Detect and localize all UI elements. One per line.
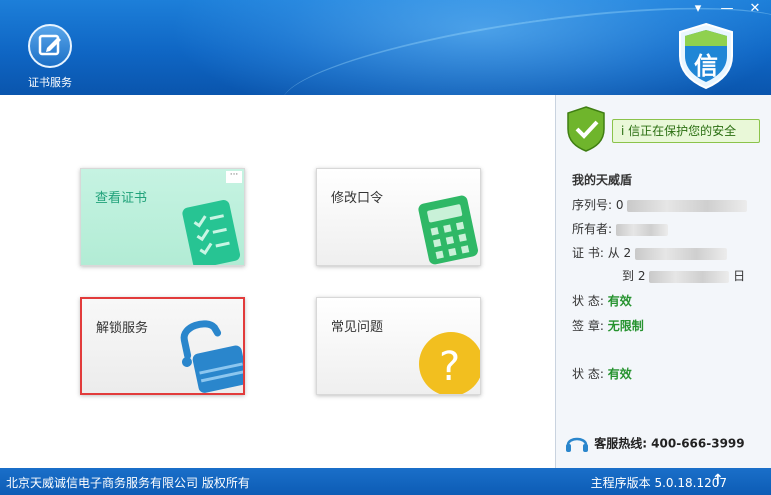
state-label-2: 状 态: — [572, 367, 604, 381]
hotline-text: 客服热线: 400-666-3999 — [594, 436, 745, 451]
owner-label: 所有者: — [572, 222, 613, 236]
close-icon[interactable]: ✕ — [744, 0, 766, 20]
change-password-card[interactable]: 修改口令 — [316, 168, 481, 266]
copyright-text: 北京天威诚信电子商务服务有限公司 版权所有 — [6, 476, 250, 490]
serial-row: 序列号: 0 — [572, 196, 748, 213]
edit-cert-icon — [28, 24, 72, 68]
header-bar: 证书服务 ▾ — ✕ 信 — [0, 0, 771, 95]
unlock-service-card[interactable]: 解锁服务 — [80, 297, 245, 395]
cert-label: 证 书: — [572, 246, 604, 260]
logo-char: 信 — [694, 52, 718, 80]
update-icon[interactable]: ↑ — [712, 472, 724, 488]
seal-value: 无限制 — [607, 319, 644, 333]
unlock-service-title: 解锁服务 — [96, 321, 149, 336]
serial-label: 序列号: — [572, 198, 613, 212]
view-cert-title: 查看证书 — [95, 191, 148, 206]
redacted-cert-from — [634, 247, 727, 260]
minimize-icon[interactable]: — — [716, 0, 738, 20]
main-panel: ··· 查看证书 修改口令 解锁服务 常见问题 ? — [0, 95, 555, 468]
hotline: 客服热线: 400-666-3999 — [564, 430, 745, 458]
cert-to-tail: 日 — [733, 269, 746, 283]
cert-service-label: 证书服务 — [28, 76, 72, 89]
state-row-2: 状 态: 有效 — [572, 365, 632, 382]
question-mark-icon: ? — [417, 326, 480, 394]
device-info-panel: i 信正在保护您的安全 我的天威盾 序列号: 0 所有者: 证 书: 从 2 到… — [555, 95, 771, 468]
cert-list-icon — [177, 193, 244, 265]
more-icon[interactable]: ··· — [226, 171, 242, 183]
redacted-cert-to — [649, 270, 730, 283]
cert-service-tab[interactable]: 证书服务 — [20, 24, 80, 94]
seal-label: 签 章: — [572, 319, 604, 333]
protection-status: i 信正在保护您的安全 — [564, 105, 764, 152]
status-bar: 北京天威诚信电子商务服务有限公司 版权所有 主程序版本 5.0.18.1207 … — [0, 468, 771, 495]
state-label-1: 状 态: — [572, 294, 604, 308]
cert-validity-from-row: 证 书: 从 2 — [572, 244, 727, 261]
menu-dropdown-icon[interactable]: ▾ — [687, 0, 709, 20]
redacted-serial — [627, 199, 748, 212]
faq-title: 常见问题 — [331, 320, 384, 335]
check-shield-icon — [567, 106, 605, 152]
protection-status-text: i 信正在保护您的安全 — [612, 119, 760, 143]
view-cert-card[interactable]: ··· 查看证书 — [80, 168, 245, 266]
version-text: 主程序版本 5.0.18.1207 — [590, 476, 727, 490]
cert-from: 从 2 — [607, 246, 632, 260]
unlock-padlock-icon — [174, 311, 243, 393]
app-window: 证书服务 ▾ — ✕ 信 ··· 查看证书 修改口令 解锁服务 常见问题 ? i… — [0, 0, 771, 495]
state-value-1: 有效 — [607, 294, 632, 308]
cert-validity-to-row: 到 2 日 — [622, 267, 745, 284]
owner-row: 所有者: — [572, 220, 668, 237]
xin-shield-logo: 信 — [676, 22, 736, 90]
state-row-1: 状 态: 有效 — [572, 292, 632, 309]
svg-text:?: ? — [439, 344, 460, 390]
seal-row: 签 章: 无限制 — [572, 317, 644, 334]
faq-card[interactable]: 常见问题 ? — [316, 297, 481, 395]
state-value-2: 有效 — [607, 367, 632, 381]
calculator-icon — [413, 189, 480, 265]
redacted-owner — [615, 223, 668, 236]
change-password-title: 修改口令 — [331, 191, 384, 206]
cert-to: 到 2 — [622, 269, 646, 283]
serial-value: 0 — [615, 198, 624, 212]
headset-icon — [566, 437, 588, 452]
section-title: 我的天威盾 — [572, 173, 633, 187]
